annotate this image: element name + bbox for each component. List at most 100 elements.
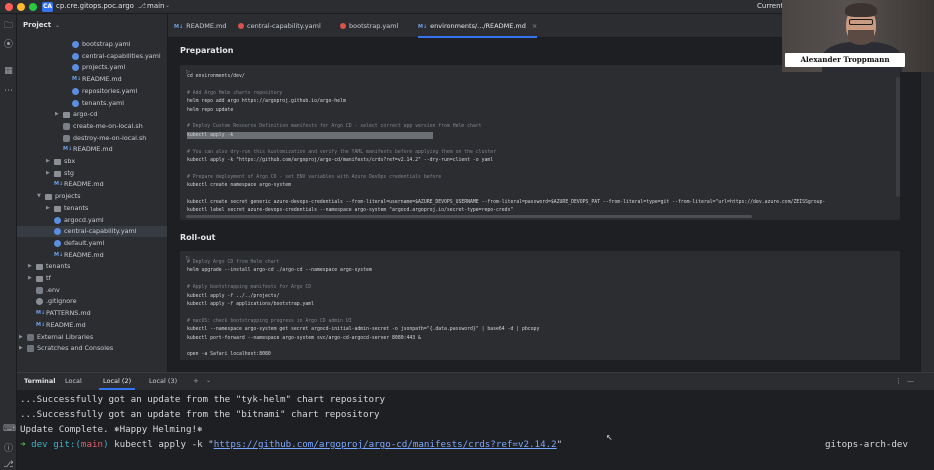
horizontal-scrollbar[interactable]: [186, 215, 752, 218]
markdown-editor[interactable]: Preparation ▷ cd environments/dev/# Add …: [168, 38, 920, 372]
tree-folder[interactable]: ▶ argo-cd: [17, 109, 167, 120]
chevron-down-icon[interactable]: ▼: [37, 191, 41, 202]
tree-file[interactable]: tenants.yaml: [17, 98, 167, 109]
code-line[interactable]: kubectl apply -f applications/bootstrap.…: [187, 301, 314, 308]
minimize-window-button[interactable]: [17, 3, 25, 11]
tab-bootstrap[interactable]: bootstrap.yaml: [340, 20, 398, 34]
terminal-icon[interactable]: ⌨: [3, 424, 16, 435]
project-badge[interactable]: CA: [42, 2, 53, 12]
code-line[interactable]: kubectl apply -f ../../projects/: [187, 293, 279, 300]
terminal-tab-local-3[interactable]: Local (3): [149, 377, 177, 385]
code-line[interactable]: kubectl apply -k "https://github.com/arg…: [187, 157, 493, 164]
terminal-panel[interactable]: Terminal Local Local (2) Local (3) + ⌄ ⋮…: [17, 372, 934, 470]
tree-file[interactable]: default.yaml: [17, 238, 167, 249]
git-icon[interactable]: ⎇: [3, 460, 14, 470]
tree-file[interactable]: projects.yaml: [17, 62, 167, 73]
tree-file[interactable]: destroy-me-on-local.sh: [17, 133, 167, 144]
close-icon[interactable]: ×: [532, 22, 537, 30]
tree-file[interactable]: ▶ Scratches and Consoles: [17, 343, 167, 354]
commit-icon[interactable]: ⦿: [3, 40, 14, 51]
code-line[interactable]: kubectl label secret azure-devops-creden…: [187, 207, 513, 214]
chevron-right-icon[interactable]: ▶: [19, 343, 23, 354]
code-comment[interactable]: # You can also dry-run this kustomizatio…: [187, 149, 496, 156]
code-line[interactable]: kubectl --namespace argo-system get secr…: [187, 326, 539, 333]
tab-environments-readme[interactable]: M↓ environments/.../README.md ×: [418, 20, 538, 38]
code-comment[interactable]: # Prepare deployment of Argo CD - set EN…: [187, 174, 441, 181]
chevron-right-icon[interactable]: ▶: [46, 203, 50, 214]
tree-file[interactable]: M↓ PATTERNS.md: [17, 308, 167, 319]
code-comment[interactable]: # Add Argo Helm charts repository: [187, 90, 282, 97]
branch-selector[interactable]: main: [147, 2, 165, 10]
chevron-down-icon[interactable]: ⌄: [206, 377, 211, 384]
more-icon[interactable]: ⋯: [3, 86, 14, 97]
tree-folder[interactable]: ▶ tenants: [17, 261, 167, 272]
tab-central-capability[interactable]: central-capability.yaml: [238, 20, 321, 34]
structure-icon[interactable]: ▦: [3, 66, 14, 77]
run-config-label[interactable]: Current: [757, 2, 783, 10]
chevron-right-icon[interactable]: ▶: [46, 156, 50, 167]
folder-icon: [36, 276, 43, 282]
problems-icon[interactable]: ⓘ: [3, 444, 14, 455]
code-comment[interactable]: # macOS: check bootstrapping progress in…: [187, 318, 352, 325]
terminal-tab-local[interactable]: Local: [65, 377, 82, 385]
code-line[interactable]: kubectl create secret generic azure-devo…: [187, 199, 825, 206]
tree-folder[interactable]: ▶ stg: [17, 168, 167, 179]
chevron-right-icon[interactable]: ▶: [28, 273, 32, 284]
tree-file[interactable]: repositories.yaml: [17, 86, 167, 97]
terminal-prompt-line[interactable]: ➜ dev git:(main) kubectl apply -k "https…: [20, 439, 562, 451]
yaml-file-icon: [72, 52, 79, 60]
markdown-file-icon: M↓: [54, 251, 64, 258]
code-line[interactable]: kubectl apply -k: [187, 131, 434, 139]
tab-readme[interactable]: M↓ README.md: [174, 20, 227, 34]
terminal-output-line: Update Complete. ⎈Happy Helming!⎈: [20, 424, 203, 435]
code-line[interactable]: helm repo update: [187, 107, 233, 114]
code-line[interactable]: kubectl create namespace argo-system: [187, 182, 291, 189]
tree-file[interactable]: create-me-on-local.sh: [17, 121, 167, 132]
tree-file[interactable]: M↓ README.md: [17, 74, 167, 85]
code-comment[interactable]: # Apply bootstrapping manifests for Argo…: [187, 284, 311, 291]
code-line[interactable]: cd environments/dev/: [187, 73, 245, 80]
code-comment[interactable]: # Deploy Argo CD from Helm chart: [187, 259, 279, 266]
code-line[interactable]: open -a Safari localhost:8080: [187, 351, 271, 358]
tree-file[interactable]: M↓ README.md: [17, 144, 167, 155]
tree-file[interactable]: .gitignore: [17, 296, 167, 307]
code-line[interactable]: kubectl port-forward --namespace argo-sy…: [187, 335, 421, 342]
chevron-right-icon[interactable]: ▶: [46, 168, 50, 179]
code-line[interactable]: helm upgrade --install argo-cd ./argo-cd…: [187, 267, 372, 274]
vertical-scrollbar[interactable]: [896, 77, 900, 197]
chevron-down-icon[interactable]: ⌄: [55, 22, 60, 29]
maximize-window-button[interactable]: [29, 3, 37, 11]
tree-file[interactable]: argocd.yaml: [17, 215, 167, 226]
minimize-panel-icon[interactable]: —: [907, 377, 914, 385]
tree-file[interactable]: ▶ External Libraries: [17, 332, 167, 343]
tree-file[interactable]: M↓ README.md: [17, 179, 167, 190]
tree-file[interactable]: M↓ README.md: [17, 250, 167, 261]
right-tool-strip: [920, 38, 934, 372]
terminal-link[interactable]: https://github.com/argoproj/argo-cd/mani…: [214, 439, 557, 450]
chevron-right-icon[interactable]: ▶: [55, 109, 59, 120]
tree-file[interactable]: central-capability.yaml: [17, 226, 167, 238]
code-block-rollout[interactable]: ▷ # Deploy Argo CD from Helm chart helm u…: [180, 251, 900, 360]
tree-file[interactable]: central-capabilities.yaml: [17, 51, 167, 62]
tree-folder[interactable]: ▶ sbx: [17, 156, 167, 167]
code-comment[interactable]: # Deploy Custom Resource Definition mani…: [187, 123, 482, 130]
folder-icon[interactable]: 🗀: [3, 21, 14, 32]
chevron-right-icon[interactable]: ▶: [28, 261, 32, 272]
code-line[interactable]: helm repo add argo https://argoproj.gith…: [187, 98, 346, 105]
chevron-right-icon[interactable]: ▶: [19, 332, 23, 343]
tree-folder[interactable]: ▼ projects: [17, 191, 167, 202]
tree-file[interactable]: M↓ README.md: [17, 320, 167, 331]
new-terminal-button[interactable]: +: [193, 377, 199, 385]
tree-folder[interactable]: ▶ tf: [17, 273, 167, 284]
close-window-button[interactable]: [5, 3, 13, 11]
terminal-tab-local-2[interactable]: Local (2): [98, 377, 136, 390]
tree-file[interactable]: bootstrap.yaml: [17, 39, 167, 50]
tree-file[interactable]: .env: [17, 285, 167, 296]
more-options-icon[interactable]: ⋮: [895, 377, 902, 385]
code-block-preparation[interactable]: ▷ cd environments/dev/# Add Argo Helm ch…: [180, 65, 900, 220]
tree-folder[interactable]: ▶ tenants: [17, 203, 167, 214]
project-name[interactable]: cp.cre.gitops.poc.argo: [56, 2, 134, 10]
project-panel-title[interactable]: Project: [23, 21, 51, 29]
folder-icon: [45, 194, 52, 201]
prompt-git-label: git:(: [53, 439, 81, 450]
